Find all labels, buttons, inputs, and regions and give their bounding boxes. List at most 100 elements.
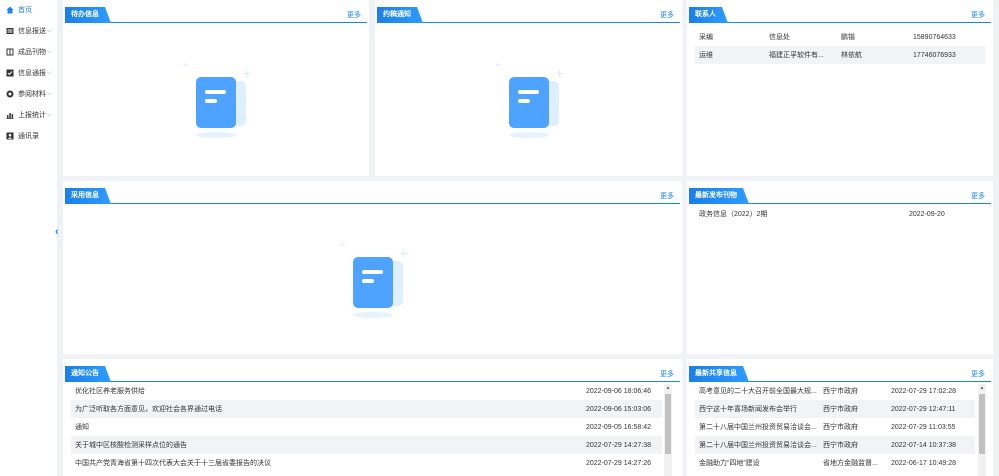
adopted-info-panel: 采用信息 更多 + + <box>63 181 682 354</box>
announcement-title: 为广泛听取各方面意见，欢迎社会各界通过电话 <box>75 406 222 413</box>
sidebar-item-contacts[interactable]: 通讯录 <box>0 127 57 145</box>
shared-time: 2022-07-29 12:47:11 <box>891 405 956 413</box>
home-icon <box>6 6 14 14</box>
shared-row[interactable]: 第二十八届中国兰州投资贸易洽谈会... 西宁市政府 2022-07-29 11:… <box>695 418 975 436</box>
empty-state-icon: + + <box>176 58 256 138</box>
contact-row[interactable]: 运维 福建正孚软件有... 林依航 17746076933 <box>695 46 985 64</box>
scroll-up-icon[interactable]: ▲ <box>664 384 672 392</box>
shared-source: 西宁市政府 <box>823 388 858 395</box>
chevron-down-icon: ⌵ <box>47 111 52 118</box>
more-link[interactable]: 更多 <box>971 10 985 20</box>
shared-title: 高考意见的二十大召开前全国最大规... <box>699 388 817 395</box>
svg-text:+: + <box>242 67 251 80</box>
panel-header: 约稿通知 更多 <box>377 7 680 23</box>
announcement-row[interactable]: 关于城中区核酸检测采样点位的通告 2022-07-29 14:27:38 <box>71 436 662 454</box>
sidebar-item-info-notice[interactable]: 信息通报 ⌵ <box>0 64 57 82</box>
sidebar-item-label: 通讯录 <box>18 133 39 140</box>
sidebar-item-home[interactable]: 首页 <box>0 1 57 19</box>
shared-time: 2022-06-17 10:49:28 <box>891 459 956 467</box>
announcement-title: 关于城中区核酸检测采样点位的通告 <box>75 442 187 449</box>
contact-row[interactable]: 采编 信息处 鹏锴 15890764633 <box>695 28 985 46</box>
publication-date: 2022-09-20 <box>909 210 945 218</box>
sidebar-item-label: 上报统计 <box>18 112 46 119</box>
shared-source: 省地方金融监督... <box>823 460 878 467</box>
shared-row[interactable]: 金融助力“四地”建设 省地方金融监督... 2022-06-17 10:49:2… <box>695 454 975 472</box>
reference-icon <box>6 90 14 98</box>
sidebar-item-publications[interactable]: 成品刊物 ⌵ <box>0 43 57 61</box>
panel-title: 通知公告 <box>65 366 111 382</box>
sidebar-item-label: 成品刊物 <box>18 49 46 56</box>
sidebar-item-label: 信息通报 <box>18 70 46 77</box>
announcement-title: 优化社区养老服务供给 <box>75 388 145 395</box>
collapse-sidebar-icon[interactable]: ‹ <box>55 226 63 238</box>
shared-source: 西宁市政府 <box>823 442 858 449</box>
panel-title: 最新共享信息 <box>689 366 749 382</box>
shared-title: 西宁这十年喜场新闻发布会举行 <box>699 406 797 413</box>
more-link[interactable]: 更多 <box>660 10 674 20</box>
shared-info-panel: 最新共享信息 更多 高考意见的二十大召开前全国最大规... 西宁市政府 2022… <box>687 359 993 476</box>
chevron-down-icon: ⌵ <box>47 90 52 97</box>
shared-row[interactable]: 第二十八届中国兰州投资贸易洽谈会... 西宁市政府 2022-07-14 10:… <box>695 436 975 454</box>
submission-notice-panel: 约稿通知 更多 + + <box>375 0 682 176</box>
more-link[interactable]: 更多 <box>347 10 361 20</box>
svg-text:+: + <box>555 67 564 80</box>
announcement-title: 中国共产党青海省第十四次代表大会关于十三届省委报告的决议 <box>75 460 271 467</box>
scrollbar-thumb[interactable] <box>979 394 985 454</box>
announcement-row[interactable]: 优化社区养老服务供给 2022-09-06 18:06:46 <box>71 382 662 400</box>
sidebar-item-statistics[interactable]: 上报统计 ⌵ <box>0 106 57 124</box>
empty-state-icon: + + <box>333 238 413 318</box>
announcement-row[interactable]: 中国共产党青海省第十四次代表大会关于十三届省委报告的决议 2022-07-29 … <box>71 454 662 472</box>
announcement-time: 2022-09-05 16:58:42 <box>586 423 651 431</box>
contact-phone: 15890764633 <box>913 33 956 41</box>
publication-title: 政务信息（2022）2期 <box>699 211 768 218</box>
sidebar-item-label: 参阅材料 <box>18 91 46 98</box>
panel-header: 联系人 更多 <box>689 7 991 23</box>
sidebar-item-info-report[interactable]: 信息报送 ⌵ <box>0 22 57 40</box>
shared-info-scrollbar[interactable]: ▲ <box>978 384 986 476</box>
announcement-title: 通知 <box>75 424 89 431</box>
contact-name: 鹏锴 <box>841 34 855 41</box>
shared-row[interactable]: 西宁这十年喜场新闻发布会举行 西宁市政府 2022-07-29 12:47:11 <box>695 400 975 418</box>
announcement-time: 2022-07-29 14:27:26 <box>586 459 651 467</box>
todo-panel: 待办信息 更多 + + <box>63 0 369 176</box>
shared-title: 第二十八届中国兰州投资贸易洽谈会... <box>699 424 817 431</box>
more-link[interactable]: 更多 <box>660 369 674 379</box>
announcements-scrollbar[interactable]: ▲ <box>664 384 672 476</box>
more-link[interactable]: 更多 <box>971 191 985 201</box>
more-link[interactable]: 更多 <box>971 369 985 379</box>
announcement-time: 2022-09-06 18:06:46 <box>586 387 651 395</box>
svg-text:+: + <box>339 240 346 249</box>
contact-name: 林依航 <box>841 52 862 59</box>
shared-row[interactable]: 高考意见的二十大召开前全国最大规... 西宁市政府 2022-07-29 17:… <box>695 382 975 400</box>
report-icon <box>6 27 14 35</box>
contacts-icon <box>6 132 14 140</box>
panel-header: 通知公告 更多 <box>65 366 680 382</box>
panel-title: 约稿通知 <box>377 7 423 23</box>
panel-header: 待办信息 更多 <box>65 7 367 23</box>
announcement-row[interactable]: 通知 2022-09-05 16:58:42 <box>71 418 662 436</box>
contact-dept: 信息处 <box>769 34 790 41</box>
publication-row[interactable]: 政务信息（2022）2期 2022-09-20 <box>695 205 985 223</box>
announcement-time: 2022-09-06 15:03:06 <box>586 405 651 413</box>
sidebar: 首页 信息报送 ⌵ 成品刊物 ⌵ 信息通报 ⌵ 参阅材料 ⌵ 上报统计 ⌵ 通讯… <box>0 0 57 476</box>
sidebar-item-reference[interactable]: 参阅材料 ⌵ <box>0 85 57 103</box>
contact-role: 采编 <box>699 34 713 41</box>
announcement-time: 2022-07-29 14:27:38 <box>586 441 651 449</box>
panel-header: 采用信息 更多 <box>65 188 680 204</box>
shared-title: 第二十八届中国兰州投资贸易洽谈会... <box>699 442 817 449</box>
chevron-down-icon: ⌵ <box>47 48 52 55</box>
empty-state-icon: + + <box>489 58 569 138</box>
panel-title: 采用信息 <box>65 188 111 204</box>
latest-publications-panel: 最新发布刊物 更多 政务信息（2022）2期 2022-09-20 <box>687 181 993 354</box>
announcements-panel: 通知公告 更多 优化社区养老服务供给 2022-09-06 18:06:46 为… <box>63 359 682 476</box>
contact-role: 运维 <box>699 52 713 59</box>
panel-header: 最新发布刊物 更多 <box>689 188 991 204</box>
sidebar-item-label: 信息报送 <box>18 28 46 35</box>
scroll-up-icon[interactable]: ▲ <box>978 384 986 392</box>
chart-icon <box>6 111 14 119</box>
panel-title: 待办信息 <box>65 7 111 23</box>
more-link[interactable]: 更多 <box>660 191 674 201</box>
announcement-row[interactable]: 为广泛听取各方面意见，欢迎社会各界通过电话 2022-09-06 15:03:0… <box>71 400 662 418</box>
scrollbar-thumb[interactable] <box>665 394 671 454</box>
contact-dept: 福建正孚软件有... <box>769 52 824 59</box>
